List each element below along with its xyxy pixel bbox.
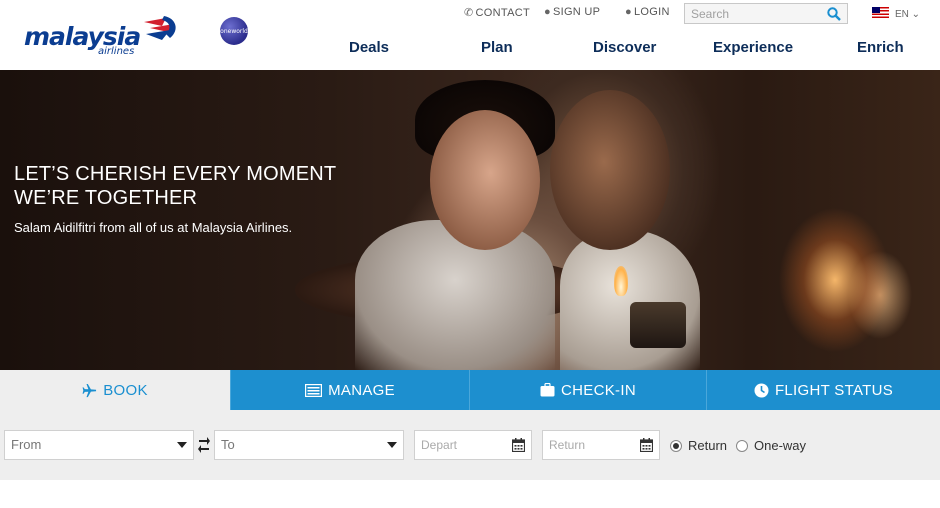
hero-title-line2: WE’RE TOGETHER — [14, 187, 198, 209]
user-icon: ● — [625, 6, 632, 18]
hero-photo-flame — [614, 266, 628, 296]
clock-icon — [754, 383, 769, 397]
oneworld-logo[interactable]: oneworld — [220, 17, 248, 45]
tab-checkin-label: CHECK-IN — [561, 381, 636, 399]
airplane-icon — [82, 383, 97, 397]
language-selector[interactable]: EN ⌄ — [872, 7, 920, 20]
nav-deals[interactable]: Deals — [349, 39, 389, 56]
contact-link[interactable]: ✆ CONTACT — [464, 6, 530, 19]
tab-manage-label: MANAGE — [328, 381, 395, 399]
booking-form: From To Return On — [0, 410, 940, 480]
login-link[interactable]: ● LOGIN — [625, 6, 670, 18]
return-date-input[interactable] — [543, 431, 633, 459]
hero-banner[interactable]: LET’S CHERISH EVERY MOMENT WE’RE TOGETHE… — [0, 70, 940, 370]
to-select[interactable]: To — [214, 430, 404, 460]
radio-dot — [736, 439, 748, 452]
to-placeholder: To — [221, 437, 235, 452]
booking-tabs: BOOK MANAGE CHECK-IN FLIGHT STATUS — [0, 370, 940, 410]
calendar-icon[interactable] — [640, 438, 653, 452]
caret-down-icon — [177, 442, 187, 448]
contact-label: CONTACT — [475, 7, 530, 19]
radio-dot — [670, 439, 682, 452]
search-icon[interactable] — [827, 7, 841, 21]
return-date-field — [542, 430, 660, 460]
trip-type-oneway-label: One-way — [754, 438, 807, 453]
depart-date-field — [414, 430, 532, 460]
user-icon: ● — [544, 6, 551, 18]
logo-subtitle: airlines — [98, 46, 135, 57]
hero-title-line1: LET’S CHERISH EVERY MOMENT — [14, 163, 337, 185]
trip-type-return-radio[interactable]: Return — [670, 438, 727, 453]
search-box — [684, 3, 848, 24]
depart-date-input[interactable] — [415, 431, 505, 459]
login-label: LOGIN — [633, 6, 670, 18]
malaysia-airlines-logo[interactable]: malaysia airlines — [24, 16, 184, 57]
swap-arrows-icon[interactable] — [198, 433, 210, 457]
caret-down-icon — [387, 442, 397, 448]
language-label: EN — [895, 9, 909, 20]
from-placeholder: From — [11, 437, 42, 452]
tab-manage[interactable]: MANAGE — [230, 370, 469, 410]
suitcase-icon — [540, 383, 555, 397]
wau-kite-icon — [144, 16, 176, 40]
signup-label: SIGN UP — [552, 6, 601, 18]
chevron-down-icon: ⌄ — [908, 9, 921, 20]
malaysia-flag-icon — [872, 7, 889, 18]
tab-book[interactable]: BOOK — [0, 370, 230, 410]
hero-subtitle: Salam Aidilfitri from all of us at Malay… — [14, 220, 293, 235]
hero-photo-child — [355, 220, 555, 370]
hero-photo-oil-lamp — [630, 302, 686, 348]
tab-flight-status[interactable]: FLIGHT STATUS — [706, 370, 940, 410]
phone-icon: ✆ — [464, 7, 474, 19]
hero-photo-father-face — [550, 90, 670, 250]
tab-flight-status-label: FLIGHT STATUS — [774, 381, 894, 399]
nav-discover[interactable]: Discover — [593, 39, 656, 56]
from-select[interactable]: From — [4, 430, 194, 460]
hero-title: LET’S CHERISH EVERY MOMENT WE’RE TOGETHE… — [14, 162, 336, 210]
hero-photo-child-face — [430, 110, 540, 250]
tab-book-label: BOOK — [103, 381, 148, 399]
oneworld-label: oneworld — [220, 27, 248, 35]
hero-photo-father — [560, 230, 700, 370]
signup-link[interactable]: ● SIGN UP — [544, 6, 600, 18]
tab-checkin[interactable]: CHECK-IN — [469, 370, 706, 410]
calendar-icon[interactable] — [512, 438, 525, 452]
nav-plan[interactable]: Plan — [481, 39, 513, 56]
nav-enrich[interactable]: Enrich — [857, 39, 904, 56]
nav-experience[interactable]: Experience — [713, 39, 793, 56]
search-input[interactable] — [685, 4, 821, 23]
site-header: malaysia airlines oneworld ✆ CONTACT ● SIG… — [0, 0, 940, 70]
trip-type-oneway-radio[interactable]: One-way — [736, 438, 806, 453]
list-icon — [305, 383, 323, 397]
trip-type-return-label: Return — [688, 438, 728, 453]
